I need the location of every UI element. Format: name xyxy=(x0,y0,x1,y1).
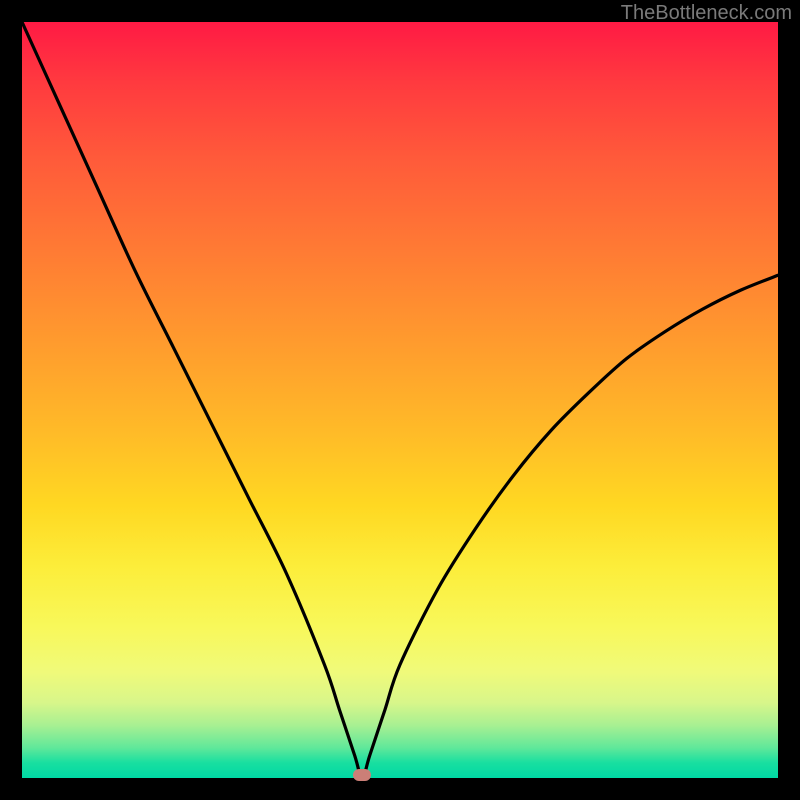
attribution-text: TheBottleneck.com xyxy=(621,2,792,25)
optimal-marker xyxy=(353,769,371,781)
chart-frame: TheBottleneck.com xyxy=(0,0,800,800)
plot-area xyxy=(22,22,778,778)
bottleneck-curve xyxy=(22,22,778,778)
